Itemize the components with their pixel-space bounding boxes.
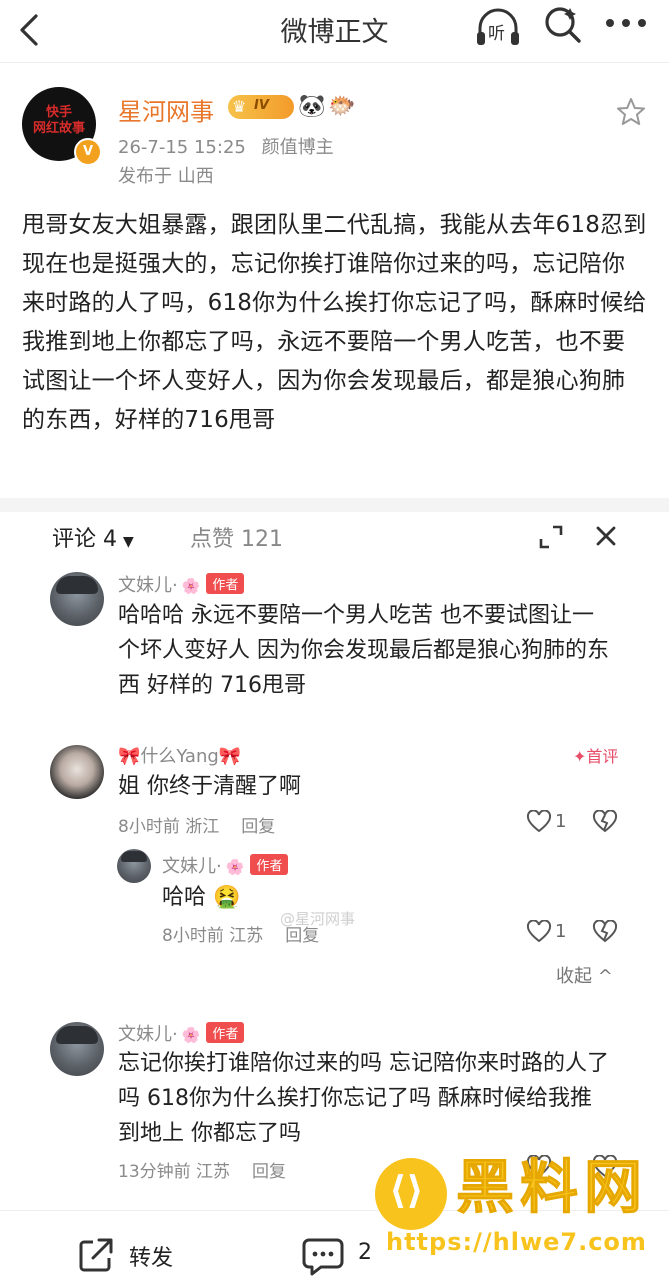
verified-badge: V	[74, 138, 102, 166]
repost-button[interactable]: 转发	[129, 1240, 173, 1272]
post-tag: 颜值博主	[261, 137, 334, 158]
watermark-title: 黑料网	[455, 1153, 649, 1221]
image-watermark: @星河网事	[280, 910, 356, 928]
comment-text: 姐 你终于清醒了啊	[118, 774, 301, 799]
expand-icon[interactable]	[538, 524, 564, 550]
search-icon[interactable]	[543, 4, 583, 44]
flower-icon: 🌸	[225, 858, 245, 876]
flower-icon: 🌸	[181, 577, 201, 595]
post-meta: 26-7-15 15:25 颜值博主	[118, 133, 334, 159]
tab-comments-label: 评论 4	[52, 527, 117, 552]
post-body: 甩哥女友大姐暴露，跟团队里二代乱搞，我能从去年618忍到现在也是挺强大的，忘记你…	[22, 212, 647, 433]
avatar-text: 快手 网红故事	[32, 105, 85, 136]
reply-time: 8小时前 江苏	[162, 926, 264, 946]
commenter-avatar[interactable]	[50, 1022, 104, 1076]
reply-avatar[interactable]	[117, 849, 151, 883]
reply-button[interactable]: 回复	[241, 817, 275, 837]
author-name[interactable]: 星河网事	[118, 92, 214, 127]
comment-info: 13分钟前 江苏 回复	[118, 1157, 286, 1182]
comment-text: 忘记你挨打谁陪你过来的吗 忘记陪你来时路的人了吗 618你为什么挨打你忘记了吗 …	[118, 1051, 609, 1146]
caret-down-icon: ▼	[123, 534, 134, 550]
tab-comments[interactable]: 评论 4 ▼	[52, 521, 134, 553]
reply-button[interactable]: 回复	[252, 1162, 286, 1182]
watermark-logo-icon: ⟨⟩	[389, 1168, 424, 1212]
commenter-avatar[interactable]	[50, 745, 104, 799]
dislike-icon[interactable]	[592, 920, 618, 944]
watermark-url: https://hlwe7.com	[386, 1228, 647, 1256]
comment-time: 8小时前 浙江	[118, 817, 220, 837]
like-count: 1	[555, 921, 567, 942]
top-nav-bar: 微博正文 听	[0, 0, 669, 62]
post-timestamp: 26-7-15 15:25	[118, 137, 246, 158]
dislike-icon[interactable]	[592, 810, 618, 834]
tab-likes[interactable]: 点赞 121	[190, 521, 283, 553]
section-gap	[0, 498, 669, 512]
comment-time: 13分钟前 江苏	[118, 1162, 231, 1182]
commenter-name[interactable]: 文妹儿· 🌸 作者	[118, 1020, 245, 1046]
first-comment-badge: ✦首评	[573, 747, 619, 766]
close-icon[interactable]	[594, 524, 618, 548]
crown-icon: ♛	[232, 97, 247, 116]
collapse-replies-button[interactable]: 收起 ^	[556, 962, 613, 988]
reply-text: 哈哈 🤮	[162, 885, 241, 910]
author-tag: 作者	[206, 573, 245, 594]
commenter-name[interactable]: 文妹儿· 🌸 作者	[118, 571, 245, 597]
like-icon[interactable]	[526, 810, 552, 834]
reply-button[interactable]: 回复	[285, 926, 319, 946]
level-badge: ♛ IV	[228, 95, 294, 119]
level-text: IV	[254, 98, 269, 113]
pufferfish-icon: 🐡	[328, 94, 356, 119]
author-tag: 作者	[250, 854, 289, 875]
like-count: 1	[555, 811, 567, 832]
reply-name[interactable]: 文妹儿· 🌸 作者	[162, 852, 289, 878]
panda-icon: 🐼	[298, 94, 326, 119]
listen-button[interactable]: 听	[474, 6, 522, 50]
comment-icon[interactable]	[301, 1236, 345, 1276]
commenter-avatar[interactable]	[50, 572, 104, 626]
more-icon[interactable]	[604, 16, 648, 30]
sparkle-icon: ✦	[573, 747, 587, 766]
star-icon[interactable]	[616, 97, 646, 127]
like-icon[interactable]	[526, 920, 552, 944]
flower-icon: 🌸	[181, 1026, 201, 1044]
commenter-name[interactable]: 🎀什么Yang🎀	[118, 742, 241, 768]
header-divider	[0, 62, 669, 63]
comment-count[interactable]: 2	[358, 1240, 372, 1265]
comment-info: 8小时前 浙江 回复	[118, 812, 275, 837]
watermark-logo: ⟨⟩	[375, 1158, 447, 1230]
post-location: 发布于 山西	[118, 166, 214, 187]
author-tag: 作者	[206, 1022, 245, 1043]
comment-text: 哈哈哈 永远不要陪一个男人吃苦 也不要试图让一个坏人变好人 因为你会发现最后都是…	[118, 603, 609, 698]
repost-icon[interactable]	[77, 1236, 115, 1274]
listen-label: 听	[488, 24, 505, 44]
